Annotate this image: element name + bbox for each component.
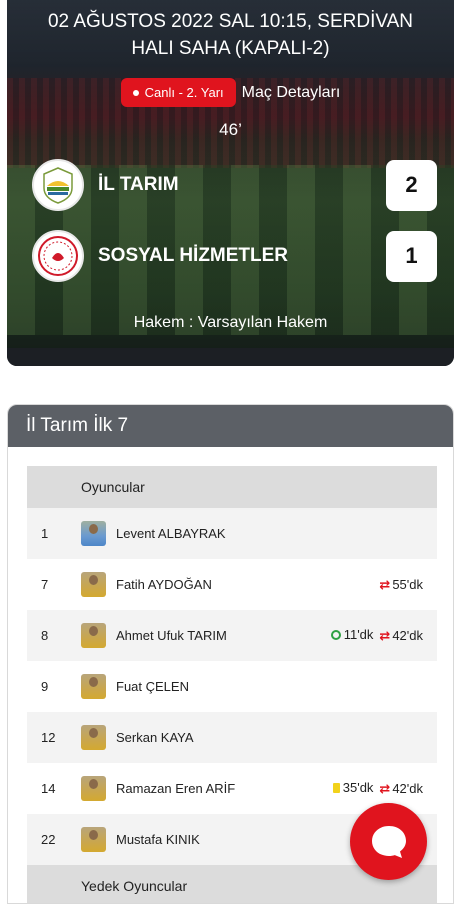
away-team-row[interactable]: SOSYAL HİZMETLER 1 bbox=[32, 229, 437, 283]
player-number: 12 bbox=[27, 712, 81, 763]
home-team-row[interactable]: İL TARIM 2 bbox=[32, 158, 437, 212]
player-name[interactable]: Mustafa KINIK bbox=[116, 832, 200, 847]
player-events bbox=[287, 661, 437, 712]
player-event: ⇄ 42'dk bbox=[379, 628, 423, 644]
live-dot-icon bbox=[132, 89, 139, 96]
player-name[interactable]: Fatih AYDOĞAN bbox=[116, 577, 212, 592]
player-events: 11'dk ⇄ 42'dk bbox=[286, 610, 437, 661]
match-header: 02 AĞUSTOS 2022 SAL 10:15, SERDİVAN HALI… bbox=[7, 0, 454, 366]
away-team-name: SOSYAL HİZMETLER bbox=[98, 245, 289, 266]
match-status-row: Canlı - 2. Yarı Maç Detayları bbox=[7, 78, 454, 107]
yellow-card-icon bbox=[332, 782, 340, 793]
event-minute: 42'dk bbox=[392, 628, 423, 644]
home-team-score: 2 bbox=[386, 159, 437, 211]
live-status-badge: Canlı - 2. Yarı bbox=[120, 78, 236, 107]
player-photo bbox=[81, 674, 106, 699]
lineup-title: İl Tarım İlk 7 bbox=[8, 405, 453, 447]
event-minute: 42'dk bbox=[392, 781, 423, 797]
player-row[interactable]: 12 Serkan KAYA bbox=[27, 712, 437, 763]
subs-column-header: Yedek Oyuncular bbox=[81, 865, 287, 903]
player-events: 35'dk ⇄ 42'dk bbox=[287, 763, 437, 814]
player-number: 1 bbox=[27, 508, 81, 559]
away-team-logo bbox=[32, 230, 84, 282]
event-minute: 11'dk bbox=[343, 627, 374, 643]
player-row[interactable]: 8 Ahmet Ufuk TARIM 11'dk ⇄ 42'dk bbox=[27, 610, 437, 661]
player-row[interactable]: 9 Fuat ÇELEN bbox=[27, 661, 437, 712]
player-photo bbox=[81, 572, 106, 597]
substitution-icon: ⇄ bbox=[379, 627, 391, 643]
player-events: ⇄ 55'dk bbox=[287, 559, 437, 610]
player-photo bbox=[81, 725, 106, 750]
player-name[interactable]: Ramazan Eren ARİF bbox=[116, 781, 235, 796]
goal-icon bbox=[330, 629, 341, 640]
player-photo bbox=[81, 776, 106, 801]
player-photo bbox=[81, 521, 106, 546]
player-events bbox=[286, 712, 437, 763]
player-number: 14 bbox=[41, 781, 56, 796]
player-events bbox=[286, 508, 437, 559]
hero-bottom-bar bbox=[7, 348, 454, 366]
players-column-header: Oyuncular bbox=[81, 466, 287, 508]
player-number: 9 bbox=[41, 679, 49, 694]
player-event: ⇄ 55'dk bbox=[379, 577, 423, 593]
player-photo bbox=[81, 623, 106, 648]
chat-button[interactable] bbox=[350, 803, 427, 880]
player-number: 22 bbox=[27, 814, 81, 865]
player-number: 7 bbox=[41, 577, 49, 592]
player-event: ⇄ 42'dk bbox=[379, 781, 423, 797]
player-name[interactable]: Ahmet Ufuk TARIM bbox=[116, 628, 227, 643]
substitution-icon: ⇄ bbox=[379, 780, 391, 796]
players-table-header: Oyuncular bbox=[27, 466, 437, 508]
player-name[interactable]: Serkan KAYA bbox=[116, 730, 194, 745]
match-minute: 46’ bbox=[219, 120, 242, 139]
home-team-name: İL TARIM bbox=[98, 174, 179, 195]
player-event: 11'dk bbox=[330, 627, 374, 643]
referee-info: Hakem : Varsayılan Hakem bbox=[133, 314, 328, 331]
event-minute: 55'dk bbox=[392, 577, 423, 592]
substitution-icon: ⇄ bbox=[379, 576, 391, 592]
home-team-logo bbox=[32, 159, 84, 211]
player-photo bbox=[81, 827, 106, 852]
player-event: 35'dk bbox=[332, 780, 374, 796]
player-name[interactable]: Levent ALBAYRAK bbox=[116, 526, 226, 541]
match-title: 02 AĞUSTOS 2022 SAL 10:15, SERDİVAN HALI… bbox=[47, 11, 414, 59]
match-details-link[interactable]: Maç Detayları bbox=[242, 84, 341, 102]
player-number: 8 bbox=[27, 610, 81, 661]
live-status-label: Canlı - 2. Yarı bbox=[144, 85, 224, 100]
event-minute: 35'dk bbox=[342, 780, 374, 796]
away-team-score: 1 bbox=[386, 230, 437, 282]
player-row[interactable]: 1 Levent ALBAYRAK bbox=[27, 508, 437, 559]
player-row[interactable]: 7 Fatih AYDOĞAN ⇄ 55'dk bbox=[27, 559, 437, 610]
chat-bubble-icon bbox=[371, 825, 406, 858]
player-name[interactable]: Fuat ÇELEN bbox=[116, 679, 189, 694]
